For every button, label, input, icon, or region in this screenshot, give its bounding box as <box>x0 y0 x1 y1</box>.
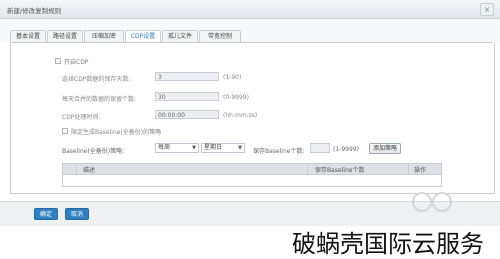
tab-path[interactable]: 路径设置 <box>47 30 83 42</box>
frequency-value: 每周 <box>158 144 171 151</box>
column-baseline-count: 保存Baseline个数 <box>315 167 365 174</box>
close-icon: × <box>483 5 491 14</box>
column-divider <box>307 164 308 174</box>
days-input[interactable]: 3 <box>155 72 219 81</box>
keep-baseline-hint: (1-9999) <box>333 146 359 153</box>
count-input[interactable]: 30 <box>155 92 219 101</box>
baseline-strategy-label: Baseline(全备份)策略: <box>62 148 125 155</box>
count-hint: (0-9999) <box>223 94 249 101</box>
close-button[interactable]: × <box>480 3 494 16</box>
baseline-limit-label: 限定生成Baseline(全备份)的策略 <box>71 129 162 136</box>
chevron-down-icon: ▼ <box>192 145 196 151</box>
enable-cdp-checkbox[interactable] <box>55 58 61 64</box>
enable-cdp-label: 开启CDP <box>64 59 89 66</box>
strategy-table-header: 描述 保存Baseline个数 操作 <box>62 163 442 175</box>
keep-baseline-label: 保存Baseline个数: <box>253 148 305 155</box>
chevron-down-icon: ▼ <box>238 145 242 151</box>
column-divider <box>76 164 77 174</box>
weekday-select[interactable]: 星期日 ▼ <box>201 143 245 153</box>
strategy-table-body <box>62 175 442 187</box>
weekday-value: 星期日 <box>204 144 223 151</box>
ok-button[interactable]: 确定 <box>34 208 58 220</box>
time-hint: (hh:mm:ss) <box>223 112 258 119</box>
time-input[interactable]: 00:00:00 <box>155 110 219 119</box>
column-actions: 操作 <box>414 167 427 174</box>
tab-orphan[interactable]: 孤儿文件 <box>162 30 198 42</box>
window-titlebar: 新建/修改复制规则 × <box>0 0 500 19</box>
column-description: 描述 <box>83 167 96 174</box>
watermark-logo-icon <box>412 192 452 212</box>
watermark-text: 破蜗壳国际云服务 <box>292 230 484 258</box>
tab-bandwidth[interactable]: 带宽控制 <box>199 30 241 42</box>
tab-basic[interactable]: 基本设置 <box>10 30 46 42</box>
days-hint: (1-90) <box>223 74 242 81</box>
window-title: 新建/修改复制规则 <box>7 7 62 15</box>
add-strategy-button[interactable]: 添加策略 <box>369 143 401 154</box>
time-label: CDP处理时间: <box>62 114 101 121</box>
days-label: 选择CDP数据的保存天数: <box>62 76 131 83</box>
column-divider <box>408 164 409 174</box>
baseline-limit-checkbox[interactable] <box>62 128 68 134</box>
count-label: 每天合并的数据的保留个数: <box>62 96 137 103</box>
keep-baseline-input[interactable] <box>310 143 330 153</box>
frequency-select[interactable]: 每周 ▼ <box>155 143 199 153</box>
cancel-button[interactable]: 取消 <box>65 208 89 220</box>
tab-compress[interactable]: 压缩加密 <box>84 30 124 42</box>
